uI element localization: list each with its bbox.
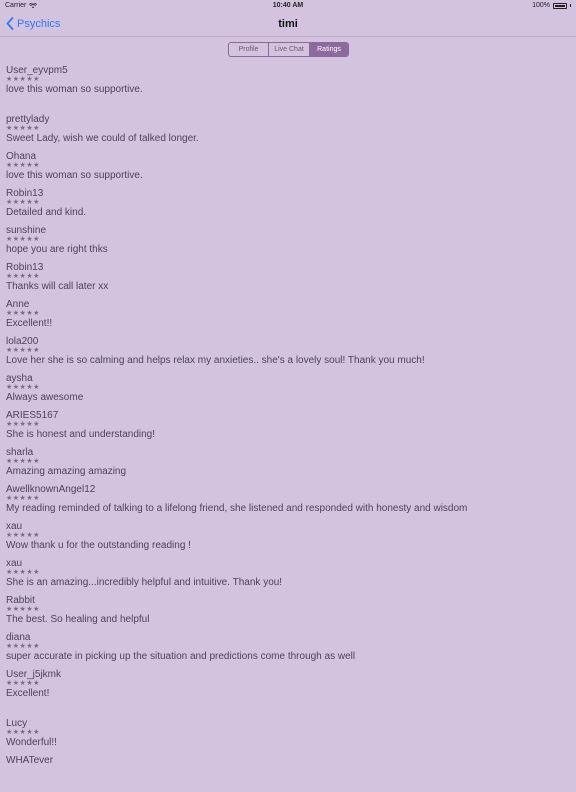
review-text: Wonderful!! (6, 737, 57, 748)
review-item: xau ★★★★★ Wow thank u for the outstandin… (6, 521, 566, 558)
review-item: Anne ★★★★★ Excellent!! (6, 299, 566, 336)
review-username: ARIES5167 (6, 410, 59, 421)
review-item: AwellknownAngel12 ★★★★★ My reading remin… (6, 484, 566, 521)
review-item: User_j5jkmk ★★★★★ Excellent! (6, 669, 566, 718)
review-item: xau ★★★★★ She is an amazing...incredibly… (6, 558, 566, 595)
tab-profile[interactable]: Profile (229, 43, 268, 56)
star-rating-icon: ★★★★★ (6, 310, 40, 317)
star-rating-icon: ★★★★★ (6, 729, 40, 736)
star-rating-icon: ★★★★★ (6, 421, 40, 428)
star-rating-icon: ★★★★★ (6, 532, 40, 539)
review-text: Amazing amazing amazing (6, 466, 127, 477)
review-item: User_eyvpm5 ★★★★★ love this woman so sup… (6, 65, 566, 114)
star-rating-icon: ★★★★★ (6, 199, 40, 206)
battery-tip (570, 4, 571, 7)
star-rating-icon: ★★★★★ (6, 569, 40, 576)
review-username: diana (6, 632, 31, 643)
tab-live-chat[interactable]: Live Chat (268, 43, 309, 56)
status-bar: Carrier 10:40 AM 100% (0, 0, 576, 12)
review-text: Wow thank u for the outstanding reading … (6, 540, 191, 551)
review-username: AwellknownAngel12 (6, 484, 96, 495)
review-item: Lucy ★★★★★ Wonderful!! (6, 718, 566, 755)
review-username: User_j5jkmk (6, 669, 62, 680)
review-text: love this woman so supportive. (6, 84, 143, 95)
review-text: She is an amazing...incredibly helpful a… (6, 577, 283, 588)
review-username: xau (6, 521, 23, 532)
review-text: Always awesome (6, 392, 84, 403)
star-rating-icon: ★★★★★ (6, 680, 40, 687)
review-username: sunshine (6, 225, 47, 236)
review-text: My reading reminded of talking to a life… (6, 503, 468, 514)
review-text: Excellent! (6, 688, 50, 699)
review-username: WHATever (6, 755, 54, 766)
review-item: diana ★★★★★ super accurate in picking up… (6, 632, 566, 669)
review-username: xau (6, 558, 23, 569)
review-text: Love her she is so calming and helps rel… (6, 355, 425, 366)
review-text: love this woman so supportive. (6, 170, 143, 181)
review-username: sharla (6, 447, 34, 458)
star-rating-icon: ★★★★★ (6, 384, 40, 391)
status-time: 10:40 AM (272, 2, 304, 9)
star-rating-icon: ★★★★★ (6, 347, 40, 354)
battery-group: 100% (532, 2, 571, 9)
star-rating-icon: ★★★★★ (6, 236, 40, 243)
segmented-control: Profile Live Chat Ratings (228, 42, 349, 57)
review-item: sharla ★★★★★ Amazing amazing amazing (6, 447, 566, 484)
review-text: Thanks will call later xx (6, 281, 109, 292)
star-rating-icon: ★★★★★ (6, 273, 40, 280)
review-text: Detailed and kind. (6, 207, 87, 218)
review-text: Sweet Lady, wish we could of talked long… (6, 133, 199, 144)
review-username: User_eyvpm5 (6, 65, 68, 76)
ratings-list: User_eyvpm5 ★★★★★ love this woman so sup… (6, 65, 566, 792)
navigation-bar: Psychics timi (0, 12, 576, 37)
star-rating-icon: ★★★★★ (6, 76, 40, 83)
review-username: prettylady (6, 114, 50, 125)
star-rating-icon: ★★★★★ (6, 125, 40, 132)
page-title: timi (278, 18, 298, 30)
review-username: lola200 (6, 336, 39, 347)
star-rating-icon: ★★★★★ (6, 162, 40, 169)
review-item: WHATever (6, 755, 566, 792)
review-item: Rabbit ★★★★★ The best. So healing and he… (6, 595, 566, 632)
review-username: Robin13 (6, 262, 44, 273)
review-text: Excellent!! (6, 318, 53, 329)
tab-ratings[interactable]: Ratings (309, 43, 348, 56)
review-username: Lucy (6, 718, 28, 729)
battery-percent: 100% (532, 2, 550, 9)
review-item: aysha ★★★★★ Always awesome (6, 373, 566, 410)
battery-icon (553, 2, 567, 9)
star-rating-icon: ★★★★★ (6, 643, 40, 650)
review-text: She is honest and understanding! (6, 429, 155, 440)
review-item: prettylady ★★★★★ Sweet Lady, wish we cou… (6, 114, 566, 151)
review-text: The best. So healing and helpful (6, 614, 150, 625)
review-text: hope you are right thks (6, 244, 108, 255)
review-item: lola200 ★★★★★ Love her she is so calming… (6, 336, 566, 373)
review-username: Anne (6, 299, 30, 310)
review-username: Rabbit (6, 595, 35, 606)
star-rating-icon: ★★★★★ (6, 458, 40, 465)
review-item: Robin13 ★★★★★ Thanks will call later xx (6, 262, 566, 299)
review-item: sunshine ★★★★★ hope you are right thks (6, 225, 566, 262)
review-text: super accurate in picking up the situati… (6, 651, 356, 662)
review-username: aysha (6, 373, 33, 384)
review-item: ARIES5167 ★★★★★ She is honest and unders… (6, 410, 566, 447)
review-item: Ohana ★★★★★ love this woman so supportiv… (6, 151, 566, 188)
star-rating-icon: ★★★★★ (6, 606, 40, 613)
review-username: Robin13 (6, 188, 44, 199)
review-username: Ohana (6, 151, 37, 162)
star-rating-icon: ★★★★★ (6, 495, 40, 502)
review-item: Robin13 ★★★★★ Detailed and kind. (6, 188, 566, 225)
